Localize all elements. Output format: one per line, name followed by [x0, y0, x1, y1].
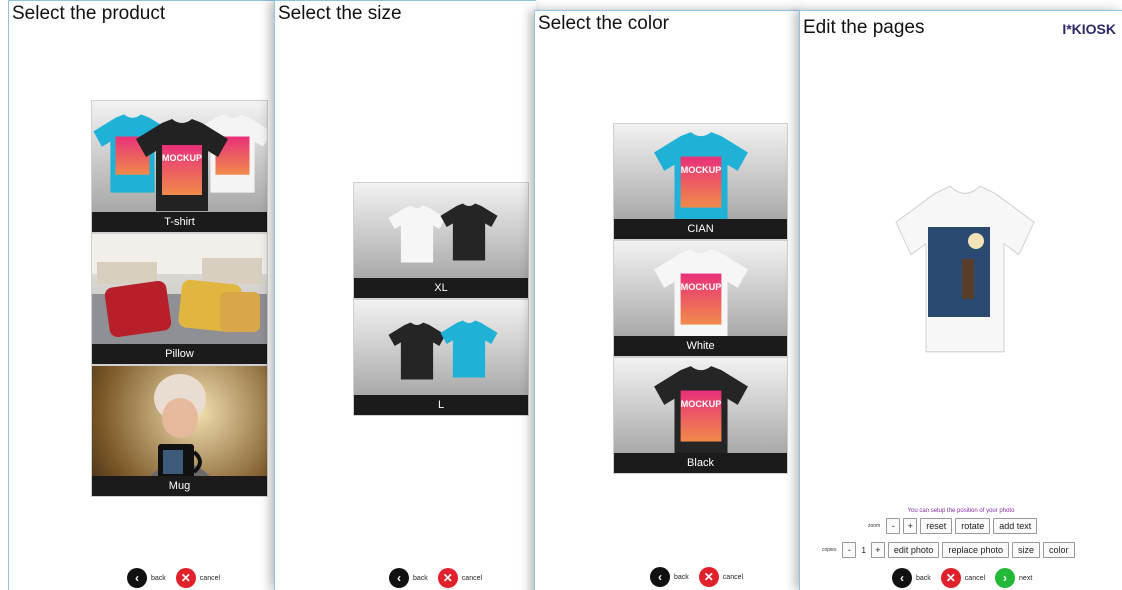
edit-photo-button[interactable]: edit photo: [887, 542, 940, 558]
back-icon[interactable]: ‹: [650, 567, 670, 587]
cancel-icon[interactable]: ✕: [175, 568, 196, 588]
page-title: Edit the pages: [803, 17, 925, 38]
svg-text:MOCKUP: MOCKUP: [681, 165, 722, 175]
back-button[interactable]: back: [674, 574, 689, 581]
back-button[interactable]: back: [151, 575, 166, 582]
add-text-button[interactable]: add text: [993, 518, 1038, 534]
cancel-button[interactable]: cancel: [200, 575, 220, 582]
back-icon[interactable]: ‹: [389, 568, 409, 588]
product-label: T-shirt: [92, 212, 267, 232]
page-title: Select the product: [12, 3, 166, 24]
size-panel: Select the size XL L ‹ back ✕ cancel: [274, 0, 536, 590]
size-button[interactable]: size: [1012, 542, 1041, 558]
copies-value: 1: [861, 545, 866, 555]
color-card-cian[interactable]: MOCKUP CIAN: [613, 123, 788, 240]
page-title: Select the color: [538, 13, 669, 34]
product-label: Mug: [92, 476, 267, 496]
rotate-button[interactable]: rotate: [955, 518, 991, 534]
size-card-l[interactable]: L: [353, 299, 529, 416]
color-label: CIAN: [614, 219, 787, 239]
copies-plus-button[interactable]: +: [870, 542, 885, 558]
copies-label: copies: [822, 547, 837, 553]
cancel-button[interactable]: cancel: [723, 574, 743, 581]
reset-button[interactable]: reset: [920, 518, 953, 534]
back-button[interactable]: back: [916, 575, 931, 582]
product-label: Pillow: [92, 344, 267, 364]
cancel-icon[interactable]: ✕: [698, 567, 719, 587]
cancel-button[interactable]: cancel: [462, 575, 482, 582]
brand-logo: I*KIOSK: [1062, 21, 1116, 37]
svg-text:MOCKUP: MOCKUP: [681, 399, 722, 409]
size-label: L: [354, 395, 528, 415]
color-panel: Select the color MOCKUP CIAN MOCKUP Whit…: [534, 10, 802, 590]
svg-text:MOCKUP: MOCKUP: [681, 282, 722, 292]
product-card-pillow[interactable]: Pillow: [91, 233, 268, 365]
hint-text: You can setup the position of your photo: [907, 508, 1015, 514]
cancel-icon[interactable]: ✕: [940, 568, 961, 588]
zoom-label: zoom: [868, 523, 881, 529]
size-label: XL: [354, 278, 528, 298]
back-icon[interactable]: ‹: [127, 568, 147, 588]
product-card-tshirt[interactable]: MOCKUP T-shirt: [91, 100, 268, 233]
zoom-row: zoom - + reset rotate add text: [868, 518, 1038, 534]
nav-bar: ‹ back ✕ cancel: [127, 568, 226, 588]
copies-minus-button[interactable]: -: [842, 542, 857, 558]
replace-photo-button[interactable]: replace photo: [942, 542, 1009, 558]
next-icon[interactable]: ›: [995, 568, 1016, 588]
color-card-white[interactable]: MOCKUP White: [613, 240, 788, 357]
next-button[interactable]: next: [1019, 575, 1032, 582]
nav-bar: ‹ back ✕ cancel: [389, 568, 488, 588]
back-button[interactable]: back: [413, 575, 428, 582]
copies-row: copies - 1 + edit photo replace photo si…: [822, 542, 1075, 558]
page-title: Select the size: [278, 3, 402, 24]
zoom-plus-button[interactable]: +: [903, 518, 918, 534]
svg-text:MOCKUP: MOCKUP: [162, 153, 202, 163]
cancel-button[interactable]: cancel: [965, 575, 985, 582]
cancel-icon[interactable]: ✕: [437, 568, 458, 588]
color-label: Black: [614, 453, 787, 473]
tshirt-preview-image: [895, 185, 1035, 353]
zoom-minus-button[interactable]: -: [886, 518, 901, 534]
size-card-xl[interactable]: XL: [353, 182, 529, 299]
color-card-black[interactable]: MOCKUP Black: [613, 357, 788, 474]
nav-bar: ‹ back ✕ cancel: [650, 567, 749, 587]
product-panel: Select the product MOCKUP T-shirt Pillow: [8, 0, 276, 590]
color-label: White: [614, 336, 787, 356]
color-button[interactable]: color: [1043, 542, 1075, 558]
nav-bar: ‹ back ✕ cancel › next: [892, 568, 1038, 588]
edit-panel: Edit the pages I*KIOSK You can setup the…: [799, 10, 1122, 590]
back-icon[interactable]: ‹: [892, 568, 912, 588]
product-card-mug[interactable]: Mug: [91, 365, 268, 497]
